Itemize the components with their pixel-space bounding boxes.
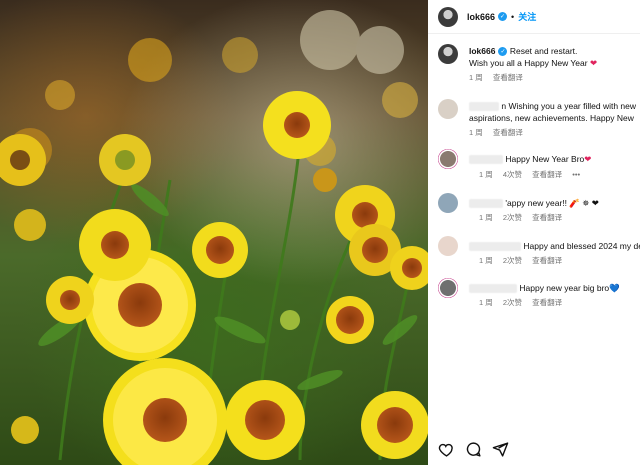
translate-link[interactable]: 查看翻译: [532, 298, 562, 307]
verified-badge-icon: ✓: [498, 12, 508, 21]
action-bar: [438, 441, 509, 458]
comment-likes[interactable]: 2次赞: [503, 298, 522, 307]
comment-likes[interactable]: 4次赞: [503, 170, 522, 179]
comment-time: 1 周: [479, 170, 493, 179]
avatar[interactable]: [438, 44, 458, 64]
separator-dot: •: [511, 11, 515, 22]
translate-link[interactable]: 查看翻译: [532, 213, 562, 222]
heart-icon[interactable]: [438, 441, 455, 458]
follow-button[interactable]: 关注: [518, 10, 536, 23]
caption-time: 1 周: [469, 73, 483, 82]
blurred-username: [469, 102, 499, 112]
translate-link[interactable]: 查看翻译: [493, 128, 523, 137]
blurred-username: [469, 242, 521, 252]
post-header: lok666 ✓ • 关注: [428, 0, 640, 34]
blurred-username: [469, 284, 517, 294]
comment-time: 1 周: [479, 256, 493, 265]
avatar[interactable]: [438, 99, 458, 119]
comment-meta: 1 周 查看翻译: [469, 127, 523, 138]
caption-username[interactable]: lok666: [469, 46, 495, 56]
avatar[interactable]: [438, 278, 458, 298]
post-sidebar: lok666 ✓ • 关注 lok666 ✓ Reset and restart.…: [428, 0, 640, 465]
comment-text: Happy New Year Bro❤: [469, 153, 591, 165]
verified-badge-icon: ✓: [498, 47, 508, 57]
comment-body: Happy new year big bro: [519, 283, 610, 293]
avatar[interactable]: [438, 149, 458, 169]
comment-time: 1 周: [469, 128, 483, 137]
more-options-icon[interactable]: •••: [572, 170, 580, 179]
yellow-flowers-image: [0, 10, 428, 465]
comment-icon[interactable]: [465, 441, 482, 458]
comment-body-line2: aspirations, new achievements. Happy New: [469, 113, 634, 123]
translate-link[interactable]: 查看翻译: [532, 256, 562, 265]
caption-line-2: Wish you all a Happy New Year: [469, 58, 588, 68]
comment-text: Happy and blessed 2024 my de: [469, 240, 640, 252]
blue-heart-emoji-icon: 💙: [609, 283, 620, 293]
avatar[interactable]: [438, 236, 458, 256]
comment-likes[interactable]: 2次赞: [503, 256, 522, 265]
comment-body: 'appy new year!! 🧨 ✵ ❤: [505, 198, 599, 208]
post-photo[interactable]: [0, 0, 428, 465]
translate-link[interactable]: 查看翻译: [493, 73, 523, 82]
heart-emoji-icon: ❤: [589, 58, 598, 68]
translate-link[interactable]: 查看翻译: [532, 170, 562, 179]
blurred-username: [469, 155, 503, 165]
comment-body: Happy and blessed 2024 my de: [523, 241, 640, 251]
comment-likes[interactable]: 2次赞: [503, 213, 522, 222]
caption-line-1: Reset and restart.: [509, 46, 578, 56]
comment-meta: 1 周 2次赞 查看翻译: [479, 297, 562, 308]
comment-text: n Wishing you a year filled with new asp…: [469, 100, 636, 124]
comment-text: 'appy new year!! 🧨 ✵ ❤: [469, 197, 599, 209]
comment-time: 1 周: [479, 298, 493, 307]
caption-text: lok666 ✓ Reset and restart. Wish you all …: [469, 45, 639, 69]
comment-meta: 1 周 4次赞 查看翻译 •••: [479, 169, 580, 180]
comment-time: 1 周: [479, 213, 493, 222]
post-username[interactable]: lok666: [467, 12, 495, 22]
caption-meta: 1 周 查看翻译: [469, 72, 523, 83]
comment-meta: 1 周 2次赞 查看翻译: [479, 212, 562, 223]
heart-emoji-icon: ❤: [584, 154, 592, 164]
comment-text: Happy new year big bro💙: [469, 282, 620, 294]
avatar[interactable]: [438, 6, 458, 27]
avatar[interactable]: [438, 193, 458, 213]
share-icon[interactable]: [492, 441, 509, 458]
comment-body: Happy New Year Bro: [505, 154, 585, 164]
blurred-username: [469, 199, 503, 209]
comment-meta: 1 周 2次赞 查看翻译: [479, 255, 562, 266]
comment-body: n Wishing you a year filled with new: [501, 101, 637, 111]
